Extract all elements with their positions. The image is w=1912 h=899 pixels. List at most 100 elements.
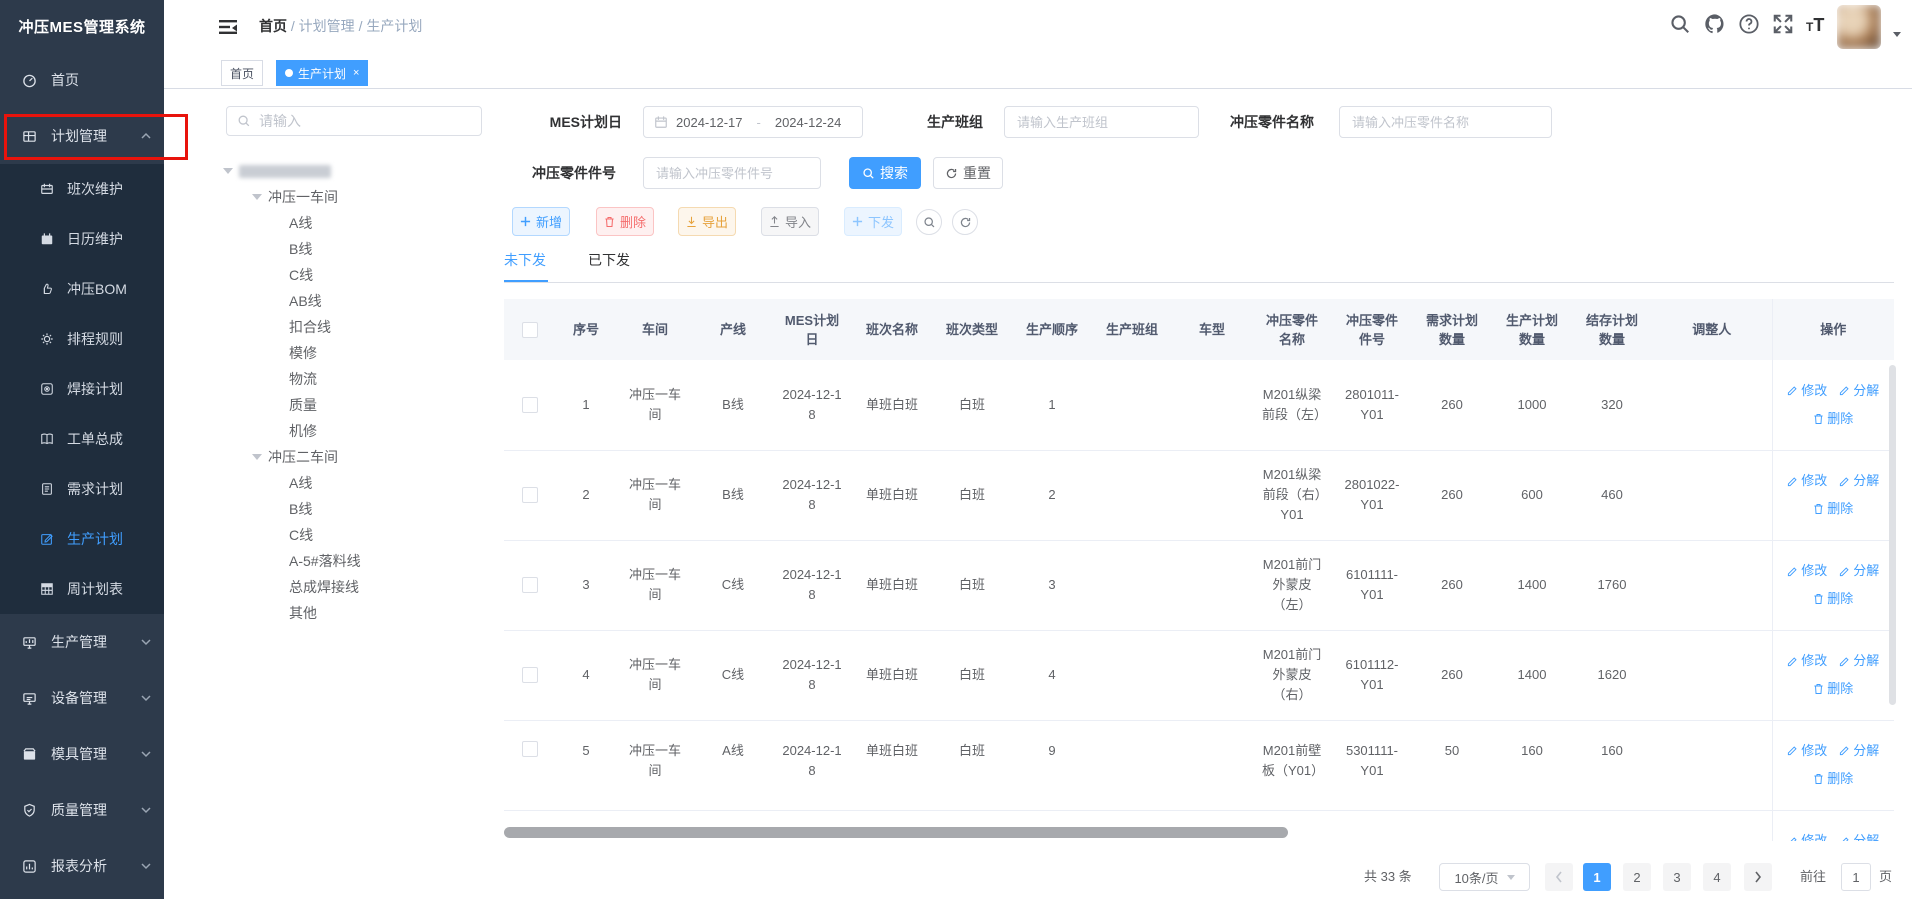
tree-node-line[interactable]: 总成焊接线 bbox=[210, 574, 490, 600]
breadcrumb-section[interactable]: 计划管理 bbox=[299, 18, 355, 34]
tree-node-line[interactable]: B线 bbox=[210, 496, 490, 522]
hamburger-icon[interactable] bbox=[218, 17, 238, 37]
sidebar-item-demand-plan[interactable]: 需求计划 bbox=[0, 464, 164, 514]
tree-root-node[interactable] bbox=[210, 158, 490, 184]
send-button[interactable]: 下发 bbox=[844, 207, 902, 236]
sidebar-item-scheduling-rules[interactable]: 排程规则 bbox=[0, 314, 164, 364]
tree-node-line[interactable]: AB线 bbox=[210, 288, 490, 314]
sidebar-item-mold-mgmt[interactable]: 模具管理 bbox=[0, 726, 164, 782]
row-checkbox[interactable] bbox=[522, 487, 538, 503]
delete-link[interactable]: 删除 bbox=[1813, 409, 1853, 429]
split-link[interactable]: 分解 bbox=[1839, 651, 1879, 671]
select-all-checkbox[interactable] bbox=[522, 322, 538, 338]
sidebar-item-stamping-bom[interactable]: 冲压BOM bbox=[0, 264, 164, 314]
caret-down-icon[interactable] bbox=[1893, 32, 1901, 37]
row-checkbox[interactable] bbox=[522, 397, 538, 413]
split-link[interactable]: 分解 bbox=[1839, 561, 1879, 581]
sidebar-item-plan[interactable]: 计划管理 bbox=[0, 108, 164, 164]
tree-node-line[interactable]: B线 bbox=[210, 236, 490, 262]
tree-node-line[interactable]: 质量 bbox=[210, 392, 490, 418]
edit-link[interactable]: 修改 bbox=[1787, 741, 1827, 761]
tree-node-line[interactable]: 物流 bbox=[210, 366, 490, 392]
tree-node-line[interactable]: A线 bbox=[210, 210, 490, 236]
github-icon[interactable] bbox=[1703, 12, 1727, 36]
help-icon[interactable] bbox=[1738, 13, 1760, 35]
delete-link[interactable]: 删除 bbox=[1813, 679, 1853, 699]
breadcrumb-home[interactable]: 首页 bbox=[259, 18, 287, 34]
tag-home[interactable]: 首页 bbox=[221, 60, 263, 86]
sidebar-item-shift-maintenance[interactable]: 班次维护 bbox=[0, 164, 164, 214]
split-link[interactable]: 分解 bbox=[1839, 741, 1879, 761]
tree-node-line[interactable]: C线 bbox=[210, 522, 490, 548]
row-checkbox[interactable] bbox=[522, 577, 538, 593]
table-search-icon-button[interactable] bbox=[916, 209, 942, 235]
close-icon[interactable]: × bbox=[353, 68, 359, 79]
date-range-picker[interactable]: 2024-12-17 - 2024-12-24 bbox=[643, 106, 863, 138]
tree-node-line[interactable]: 扣合线 bbox=[210, 314, 490, 340]
delete-link[interactable]: 删除 bbox=[1813, 589, 1853, 609]
sidebar-item-label: 冲压BOM bbox=[67, 279, 127, 299]
tree-search-input[interactable] bbox=[257, 112, 481, 130]
split-link[interactable]: 分解 bbox=[1839, 381, 1879, 401]
row-checkbox[interactable] bbox=[522, 667, 538, 683]
prev-page-button[interactable] bbox=[1545, 863, 1573, 891]
tree-node-line[interactable]: 其他 bbox=[210, 600, 490, 626]
search-icon[interactable] bbox=[1669, 13, 1691, 35]
sidebar-item-workorder-assembly[interactable]: 工单总成 bbox=[0, 414, 164, 464]
vertical-scrollbar-thumb[interactable] bbox=[1889, 365, 1896, 705]
sidebar-item-calendar-maintenance[interactable]: 日历维护 bbox=[0, 214, 164, 264]
sidebar-item-weekly-plan[interactable]: 周计划表 bbox=[0, 564, 164, 614]
split-link[interactable]: 分解 bbox=[1839, 471, 1879, 491]
reset-button[interactable]: 重置 bbox=[933, 157, 1003, 189]
edit-link[interactable]: 修改 bbox=[1787, 561, 1827, 581]
fullscreen-icon[interactable] bbox=[1772, 13, 1794, 35]
edit-link[interactable]: 修改 bbox=[1787, 471, 1827, 491]
tab-unsent[interactable]: 未下发 bbox=[504, 250, 546, 270]
next-page-button[interactable] bbox=[1744, 863, 1772, 891]
export-button[interactable]: 导出 bbox=[678, 207, 736, 236]
table-refresh-icon-button[interactable] bbox=[952, 209, 978, 235]
sidebar-item-production-plan[interactable]: 生产计划 bbox=[0, 514, 164, 564]
sidebar-item-production-mgmt[interactable]: 生产管理 bbox=[0, 614, 164, 670]
page-button-3[interactable]: 3 bbox=[1663, 863, 1691, 891]
delete-link[interactable]: 删除 bbox=[1813, 769, 1853, 789]
caret-down-icon[interactable] bbox=[223, 168, 233, 174]
sidebar-item-report-analysis[interactable]: 报表分析 bbox=[0, 838, 164, 894]
edit-link[interactable]: 修改 bbox=[1787, 381, 1827, 401]
tree-node-workshop2[interactable]: 冲压二车间 bbox=[210, 444, 490, 470]
tree-node-line[interactable]: 模修 bbox=[210, 340, 490, 366]
row-checkbox[interactable] bbox=[522, 741, 538, 757]
page-size-select[interactable]: 10条/页 bbox=[1439, 863, 1530, 891]
caret-down-icon[interactable] bbox=[252, 194, 262, 200]
part-no-input[interactable] bbox=[654, 165, 810, 182]
delete-link[interactable]: 删除 bbox=[1813, 499, 1853, 519]
edit-link[interactable]: 修改 bbox=[1787, 651, 1827, 671]
sidebar-item-welding-plan[interactable]: 焊接计划 bbox=[0, 364, 164, 414]
tree-node-line[interactable]: A-5#落料线 bbox=[210, 548, 490, 574]
tree-node-line[interactable]: C线 bbox=[210, 262, 490, 288]
edit-link[interactable]: 修改 bbox=[1787, 831, 1827, 841]
caret-down-icon[interactable] bbox=[252, 454, 262, 460]
avatar[interactable] bbox=[1837, 5, 1881, 49]
team-input[interactable] bbox=[1015, 114, 1188, 131]
delete-button[interactable]: 删除 bbox=[596, 207, 654, 236]
sidebar-item-equipment-mgmt[interactable]: 设备管理 bbox=[0, 670, 164, 726]
goto-page-input[interactable] bbox=[1841, 863, 1871, 891]
page-button-2[interactable]: 2 bbox=[1623, 863, 1651, 891]
page-button-4[interactable]: 4 bbox=[1703, 863, 1731, 891]
tree-node-line[interactable]: 机修 bbox=[210, 418, 490, 444]
tab-sent[interactable]: 已下发 bbox=[588, 250, 630, 270]
import-button[interactable]: 导入 bbox=[761, 207, 819, 236]
tree-node-workshop1[interactable]: 冲压一车间 bbox=[210, 184, 490, 210]
part-name-input[interactable] bbox=[1350, 114, 1541, 131]
page-button-1[interactable]: 1 bbox=[1583, 863, 1611, 891]
horizontal-scrollbar-thumb[interactable] bbox=[504, 827, 1288, 838]
search-button[interactable]: 搜索 bbox=[849, 157, 921, 189]
font-size-icon[interactable]: TT bbox=[1806, 15, 1824, 36]
sidebar-item-quality-mgmt[interactable]: 质量管理 bbox=[0, 782, 164, 838]
sidebar-item-home[interactable]: 首页 bbox=[0, 52, 164, 108]
tree-node-line[interactable]: A线 bbox=[210, 470, 490, 496]
tag-production-plan[interactable]: 生产计划 × bbox=[276, 60, 368, 86]
add-button[interactable]: 新增 bbox=[512, 207, 570, 236]
split-link[interactable]: 分解 bbox=[1839, 831, 1879, 841]
